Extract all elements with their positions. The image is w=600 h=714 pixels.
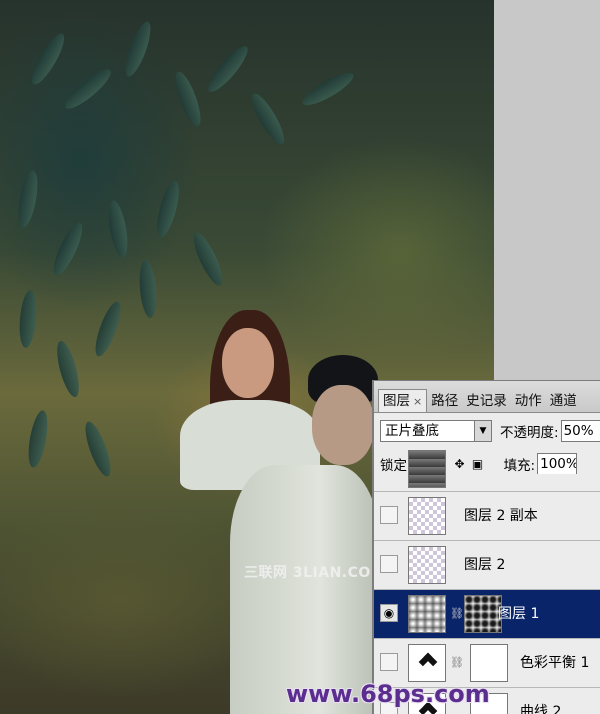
- blend-mode-select[interactable]: 正片叠底 ▼: [380, 420, 492, 442]
- layer-thumbnail: [408, 450, 446, 488]
- leaf: [105, 199, 131, 259]
- layer-row[interactable]: 图层 2 副本: [374, 492, 600, 541]
- opacity-input[interactable]: 50%: [560, 420, 600, 442]
- leaf: [26, 29, 70, 89]
- layer-name: 色彩平衡 1: [520, 655, 590, 671]
- layer-row-selected[interactable]: ◉ ⛓ 图层 1: [374, 590, 600, 639]
- tab-actions[interactable]: 动作: [511, 390, 546, 412]
- leaf: [48, 219, 88, 279]
- face: [312, 385, 374, 465]
- chain-icon[interactable]: ⛓: [450, 655, 464, 671]
- leaf: [17, 289, 39, 349]
- blend-mode-value: 正片叠底: [385, 423, 439, 439]
- tab-history[interactable]: 史记录: [462, 390, 511, 412]
- tab-channels[interactable]: 通道: [546, 390, 581, 412]
- man-figure: [230, 355, 380, 714]
- leaf: [152, 178, 184, 240]
- leaf: [25, 409, 51, 469]
- leaf: [120, 19, 156, 79]
- layer-thumbnail: [408, 595, 446, 633]
- leaf: [188, 229, 228, 289]
- panel-tabs: 图层 × 路径 史记录 动作 通道: [374, 381, 600, 413]
- layer-name: 图层 1: [498, 606, 540, 622]
- leaf: [298, 67, 358, 111]
- visibility-toggle[interactable]: [380, 506, 398, 524]
- chain-icon[interactable]: ⛓: [450, 606, 464, 622]
- close-icon[interactable]: ×: [413, 395, 422, 408]
- tab-layers[interactable]: 图层 ×: [378, 389, 428, 412]
- lock-icon[interactable]: ▣: [472, 458, 484, 470]
- suit: [230, 465, 380, 714]
- mask-thumbnail[interactable]: [470, 644, 508, 682]
- blend-row: 正片叠底 ▼ 不透明度: 50%: [380, 419, 600, 443]
- layers-panel: 图层× 路径 史记录 动作 通道 正片叠底 ▼ 不透明度: 50% 锁定: ✎ …: [372, 380, 600, 714]
- layer-row-partial[interactable]: [374, 450, 600, 492]
- tab-paths[interactable]: 路径: [427, 390, 462, 412]
- visibility-toggle[interactable]: [380, 653, 398, 671]
- eye-icon[interactable]: ◉: [380, 604, 398, 622]
- fill-label: 填充:: [503, 458, 536, 474]
- layer-name: 图层 2 副本: [464, 508, 538, 524]
- watermark-3lian: 三联网 3LIAN.COM: [244, 565, 386, 581]
- lock-label: 锁定:: [380, 458, 412, 474]
- layer-name: 图层 2: [464, 557, 506, 573]
- leaf: [90, 299, 126, 359]
- leaf: [15, 169, 41, 229]
- chevron-down-icon[interactable]: ▼: [474, 421, 491, 441]
- watermark-68ps: www.68ps.com: [286, 680, 490, 708]
- fill-input[interactable]: 100%: [537, 453, 578, 475]
- leaf: [246, 89, 290, 149]
- opacity-label: 不透明度:: [500, 425, 559, 441]
- tab-label: 图层: [383, 393, 410, 409]
- adjustment-icon: [408, 644, 446, 682]
- layer-row[interactable]: 图层 2: [374, 541, 600, 590]
- layer-thumbnail: [408, 497, 446, 535]
- leaf: [170, 69, 206, 129]
- mask-thumbnail[interactable]: [464, 595, 502, 633]
- leaf: [80, 419, 116, 479]
- layer-name: 曲线 2: [520, 704, 562, 714]
- visibility-toggle[interactable]: [380, 555, 398, 573]
- layer-thumbnail: [408, 546, 446, 584]
- move-icon[interactable]: ✥: [454, 458, 466, 470]
- leaf: [137, 259, 159, 319]
- leaf: [52, 338, 84, 400]
- leaf: [203, 41, 253, 97]
- leaf: [60, 64, 116, 114]
